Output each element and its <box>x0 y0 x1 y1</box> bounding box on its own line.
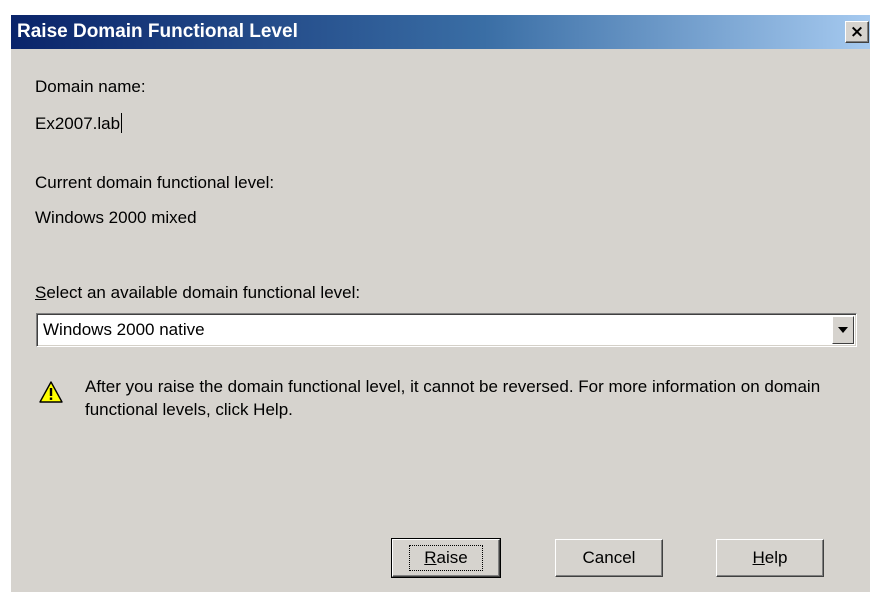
help-button[interactable]: Help <box>716 539 824 577</box>
cancel-button[interactable]: Cancel <box>555 539 663 577</box>
raise-button[interactable]: Raise <box>391 538 501 578</box>
select-level-label: Select an available domain functional le… <box>35 283 361 302</box>
current-level-label: Current domain functional level: <box>35 173 275 192</box>
text-caret <box>121 113 123 133</box>
current-level-value: Windows 2000 mixed <box>35 208 197 227</box>
title-bar[interactable]: Raise Domain Functional Level × <box>11 15 870 49</box>
domain-name-label: Domain name: <box>35 77 146 96</box>
close-button[interactable]: × <box>845 21 869 43</box>
close-icon: × <box>849 21 865 42</box>
dropdown-arrow-button[interactable] <box>832 316 854 344</box>
domain-name-value[interactable]: Ex2007.lab <box>35 113 123 134</box>
cancel-button-label: Cancel <box>582 548 636 567</box>
warning-icon <box>39 381 63 403</box>
dialog-title: Raise Domain Functional Level <box>17 21 298 42</box>
functional-level-dropdown[interactable]: Windows 2000 native <box>36 313 857 347</box>
warning-message: After you raise the domain functional le… <box>85 377 821 419</box>
help-button-label: Help <box>752 548 788 567</box>
chevron-down-icon <box>838 327 848 333</box>
dropdown-selected-value: Windows 2000 native <box>43 320 205 339</box>
raise-domain-functional-level-dialog: Raise Domain Functional Level × Domain n… <box>10 14 870 592</box>
raise-button-label: Raise <box>409 545 483 571</box>
